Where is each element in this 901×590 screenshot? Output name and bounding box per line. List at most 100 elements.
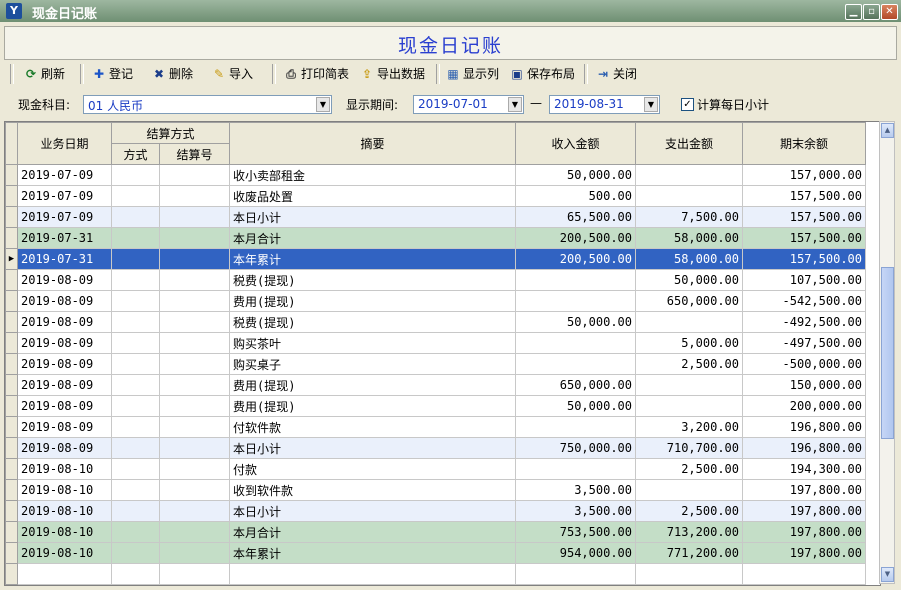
cell-income[interactable]: 50,000.00 <box>515 164 636 186</box>
date-from-picker[interactable]: 2019-07-01 ▼ <box>413 95 524 114</box>
row-pointer-icon[interactable]: ▶ <box>5 248 18 270</box>
cell-summary[interactable]: 费用(提现) <box>229 374 516 396</box>
table-row[interactable]: 2019-08-09 付软件款 3,200.00 196,800.00 <box>5 416 866 438</box>
table-row[interactable]: 2019-08-09 费用(提现) 50,000.00 200,000.00 <box>5 395 866 417</box>
cell-expense[interactable] <box>635 164 743 186</box>
cell-income[interactable] <box>515 269 636 291</box>
table-row[interactable]: 2019-08-09 税费(提现) 50,000.00 -492,500.00 <box>5 311 866 333</box>
cell-summary[interactable]: 付款 <box>229 458 516 480</box>
cell-method[interactable] <box>111 332 160 354</box>
row-indicator[interactable] <box>5 227 18 249</box>
table-row[interactable]: 2019-08-10 本日小计 3,500.00 2,500.00 197,800.00 <box>5 500 866 522</box>
table-row[interactable]: 2019-08-09 费用(提现) 650,000.00 150,000.00 <box>5 374 866 396</box>
cell-method[interactable] <box>111 227 160 249</box>
cell-expense[interactable]: 58,000.00 <box>635 227 743 249</box>
cell-income[interactable]: 50,000.00 <box>515 395 636 417</box>
cell-number[interactable] <box>159 248 230 270</box>
cell-date[interactable]: 2019-07-31 <box>17 227 112 249</box>
cell-summary[interactable]: 购买桌子 <box>229 353 516 375</box>
column-header-expense[interactable]: 支出金额 <box>635 122 743 165</box>
row-indicator[interactable] <box>5 374 18 396</box>
column-header-settlement[interactable]: 结算方式 <box>111 122 230 144</box>
cell-method[interactable] <box>111 395 160 417</box>
cell-balance[interactable]: 197,800.00 <box>742 542 866 564</box>
cell-expense[interactable] <box>635 479 743 501</box>
cell-income[interactable]: 500.00 <box>515 185 636 207</box>
cell-income[interactable]: 3,500.00 <box>515 500 636 522</box>
scroll-down-button[interactable]: ▼ <box>881 567 894 582</box>
cell-balance[interactable]: -500,000.00 <box>742 353 866 375</box>
cell-method[interactable] <box>111 500 160 522</box>
cell-summary[interactable]: 本日小计 <box>229 500 516 522</box>
cell-date[interactable]: 2019-07-31 <box>17 248 112 270</box>
row-indicator[interactable] <box>5 521 18 543</box>
cell-income[interactable] <box>515 353 636 375</box>
cell-income[interactable]: 65,500.00 <box>515 206 636 228</box>
row-indicator[interactable] <box>5 185 18 207</box>
cell-date[interactable]: 2019-08-09 <box>17 416 112 438</box>
cell-summary[interactable]: 本日小计 <box>229 206 516 228</box>
cell-expense[interactable] <box>635 185 743 207</box>
cell-number[interactable] <box>159 185 230 207</box>
table-row[interactable]: 2019-08-09 税费(提现) 50,000.00 107,500.00 <box>5 269 866 291</box>
cell-summary[interactable]: 费用(提现) <box>229 290 516 312</box>
cell-balance[interactable]: 197,800.00 <box>742 500 866 522</box>
column-header-method[interactable]: 方式 <box>111 143 160 165</box>
scroll-up-button[interactable]: ▲ <box>881 123 894 138</box>
cell-income[interactable]: 200,500.00 <box>515 227 636 249</box>
cell-method[interactable] <box>111 374 160 396</box>
column-header-summary[interactable]: 摘要 <box>229 122 516 165</box>
table-row[interactable]: 2019-07-09 收小卖部租金 50,000.00 157,000.00 <box>5 164 866 186</box>
cell-number[interactable] <box>159 542 230 564</box>
cell-balance[interactable]: 150,000.00 <box>742 374 866 396</box>
cell-balance[interactable]: 157,500.00 <box>742 185 866 207</box>
cell-balance[interactable]: 157,500.00 <box>742 206 866 228</box>
cell-number[interactable] <box>159 416 230 438</box>
cell-date[interactable]: 2019-08-09 <box>17 395 112 417</box>
cell-date[interactable]: 2019-08-09 <box>17 437 112 459</box>
cell-summary[interactable]: 本日小计 <box>229 437 516 459</box>
close-button[interactable]: ⇥ 关闭 <box>596 64 637 84</box>
row-indicator[interactable] <box>5 479 18 501</box>
cell-expense[interactable]: 50,000.00 <box>635 269 743 291</box>
cell-method[interactable] <box>111 164 160 186</box>
cell-number[interactable] <box>159 311 230 333</box>
cell-income[interactable] <box>515 290 636 312</box>
cell-income[interactable] <box>515 416 636 438</box>
cell-date[interactable]: 2019-07-09 <box>17 206 112 228</box>
cell-expense[interactable]: 710,700.00 <box>635 437 743 459</box>
cell-date[interactable]: 2019-08-10 <box>17 458 112 480</box>
cell-number[interactable] <box>159 437 230 459</box>
close-window-button[interactable]: ✕ <box>881 4 898 20</box>
minimize-button[interactable]: ▁ <box>845 4 862 20</box>
column-header-date[interactable]: 业务日期 <box>17 122 112 165</box>
cell-income[interactable] <box>515 458 636 480</box>
save-layout-button[interactable]: ▣ 保存布局 <box>510 64 575 84</box>
cell-method[interactable] <box>111 269 160 291</box>
row-indicator[interactable] <box>5 542 18 564</box>
cell-date[interactable]: 2019-08-09 <box>17 332 112 354</box>
cell-date[interactable]: 2019-08-09 <box>17 353 112 375</box>
row-indicator[interactable] <box>5 311 18 333</box>
cell-number[interactable] <box>159 227 230 249</box>
cell-number[interactable] <box>159 290 230 312</box>
cell-method[interactable] <box>111 185 160 207</box>
cell-expense[interactable]: 650,000.00 <box>635 290 743 312</box>
table-row[interactable]: 2019-08-09 费用(提现) 650,000.00 -542,500.00 <box>5 290 866 312</box>
cell-expense[interactable]: 713,200.00 <box>635 521 743 543</box>
cell-date[interactable]: 2019-08-10 <box>17 542 112 564</box>
cell-method[interactable] <box>111 542 160 564</box>
cell-date[interactable]: 2019-07-09 <box>17 185 112 207</box>
column-header-balance[interactable]: 期末余额 <box>742 122 866 165</box>
table-row[interactable]: 2019-08-10 付款 2,500.00 194,300.00 <box>5 458 866 480</box>
refresh-button[interactable]: ⟳ 刷新 <box>24 64 65 84</box>
cell-method[interactable] <box>111 479 160 501</box>
cell-balance[interactable]: 197,800.00 <box>742 479 866 501</box>
cell-summary[interactable]: 付软件款 <box>229 416 516 438</box>
cell-number[interactable] <box>159 458 230 480</box>
row-indicator[interactable] <box>5 458 18 480</box>
chevron-down-icon[interactable]: ▼ <box>644 97 658 112</box>
column-header-income[interactable]: 收入金额 <box>515 122 636 165</box>
cell-income[interactable]: 750,000.00 <box>515 437 636 459</box>
date-to-picker[interactable]: 2019-08-31 ▼ <box>549 95 660 114</box>
